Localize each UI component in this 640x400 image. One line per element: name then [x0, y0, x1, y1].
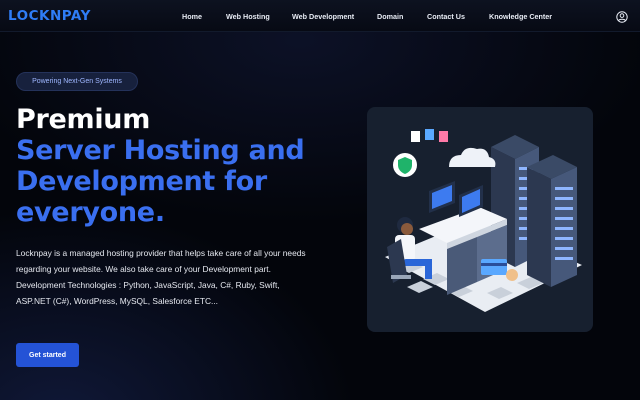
nav-web-development[interactable]: Web Development	[292, 12, 354, 21]
user-circle-icon[interactable]	[616, 10, 628, 23]
hero-badge: Powering Next-Gen Systems	[16, 72, 138, 91]
server-room-illustration	[385, 129, 582, 312]
get-started-button[interactable]: Get started	[16, 343, 79, 367]
nav-contact-us[interactable]: Contact Us	[427, 12, 465, 21]
top-navbar: LOCKNPAY Home Web Hosting Web Developmen…	[0, 0, 640, 32]
hero-section: Powering Next-Gen Systems Premium Server…	[0, 32, 640, 400]
hero-title-line-3: Development for	[16, 166, 267, 197]
brand-logo[interactable]: LOCKNPAY	[8, 8, 91, 24]
nav-knowledge-center[interactable]: Knowledge Center	[489, 12, 552, 21]
hero-title-line-1: Premium	[16, 104, 151, 135]
hero-title-line-4: everyone.	[16, 197, 165, 228]
nav-home[interactable]: Home	[182, 12, 202, 21]
hero-title: Premium Server Hosting and Development f…	[16, 104, 336, 228]
hero-description: Locknpay is a managed hosting provider t…	[16, 248, 306, 306]
nav-web-hosting[interactable]: Web Hosting	[226, 12, 270, 21]
illustration-card	[367, 107, 593, 332]
nav-domain[interactable]: Domain	[377, 12, 403, 21]
hero-title-line-2: Server Hosting and	[16, 135, 305, 166]
